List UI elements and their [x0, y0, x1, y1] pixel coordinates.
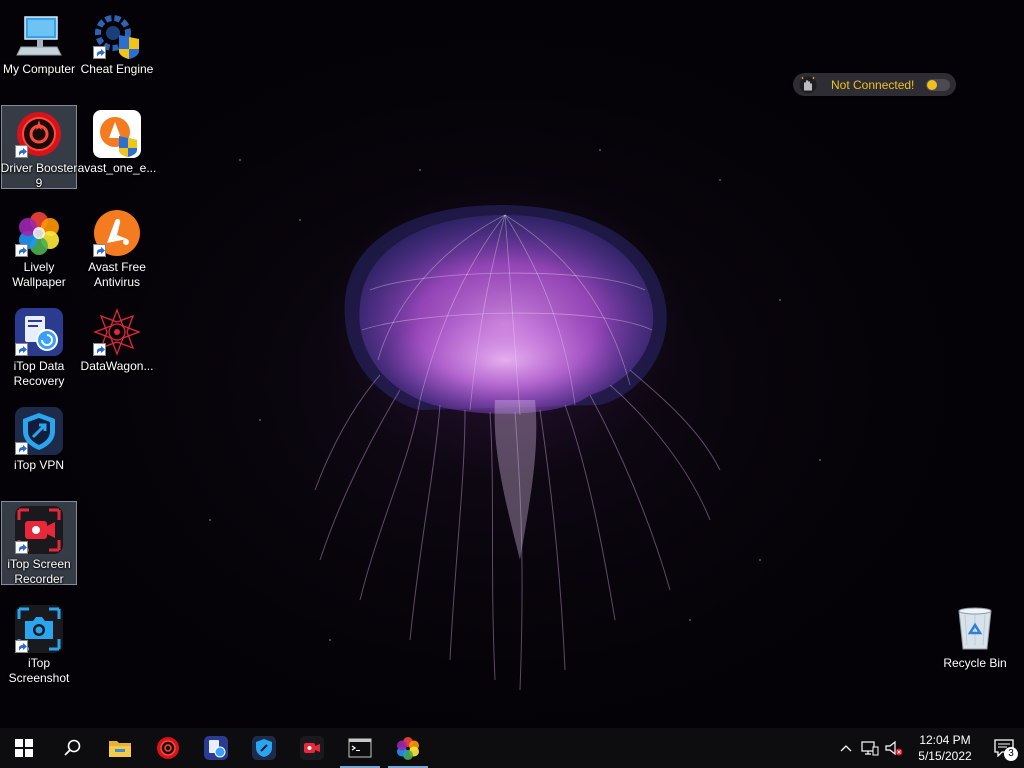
avast-one-installer-icon	[93, 110, 141, 158]
icon-label: Avast Free Antivirus	[88, 260, 146, 289]
icon-label: Cheat Engine	[80, 62, 154, 76]
connection-status-text: Not Connected!	[831, 77, 915, 92]
show-hidden-icons-button[interactable]	[834, 728, 858, 768]
icon-label: DataWagon...	[80, 359, 154, 373]
taskbar-clock[interactable]: 12:04 PM 5/15/2022	[906, 732, 984, 764]
desktop-icon-avast-one[interactable]: avast_one_e...	[77, 105, 157, 191]
search-button[interactable]	[48, 728, 96, 768]
my-computer-icon	[16, 16, 62, 56]
icon-label: iTop Screen Recorder	[7, 557, 71, 586]
itop-data-recovery-icon	[204, 736, 228, 760]
shortcut-arrow-icon	[93, 46, 106, 59]
icon-label: avast_one_e...	[77, 161, 157, 175]
start-button[interactable]	[0, 728, 48, 768]
windows-start-icon	[15, 739, 33, 757]
command-prompt-icon	[348, 738, 372, 758]
network-tray-button[interactable]	[858, 728, 882, 768]
network-icon	[861, 741, 879, 756]
itop-screen-recorder-icon	[300, 736, 324, 760]
clock-date: 5/15/2022	[918, 749, 972, 763]
desktop-icon-my-computer[interactable]: My Computer	[1, 6, 77, 92]
shortcut-arrow-icon	[93, 244, 106, 257]
taskbar: 12:04 PM 5/15/2022 3	[0, 728, 1024, 768]
desktop-icon-recycle-bin[interactable]: Recycle Bin	[937, 600, 1013, 686]
shortcut-arrow-icon	[15, 541, 28, 554]
taskbar-itop-data-recovery[interactable]	[192, 728, 240, 768]
taskbar-driver-booster[interactable]	[144, 728, 192, 768]
file-explorer-icon	[109, 741, 131, 757]
desktop-icon-driver-booster[interactable]: Driver Booster 9	[0, 105, 78, 190]
vpn-status-widget[interactable]: Not Connected!	[793, 73, 956, 96]
desktop-icon-itop-screenshot[interactable]: iTop Screenshot	[1, 600, 77, 686]
chevron-up-icon	[840, 745, 852, 752]
itop-vpn-icon	[252, 736, 276, 760]
driver-booster-icon	[157, 737, 179, 759]
taskbar-command-prompt[interactable]	[336, 728, 384, 768]
shortcut-arrow-icon	[15, 640, 28, 653]
icon-label: Recycle Bin	[943, 656, 1007, 670]
clock-time: 12:04 PM	[919, 733, 971, 747]
shortcut-arrow-icon	[15, 343, 28, 356]
icon-label: Driver Booster 9	[0, 161, 78, 190]
shortcut-arrow-icon	[15, 244, 28, 257]
desktop-icon-itop-vpn[interactable]: iTop VPN	[1, 402, 77, 488]
icon-label: Lively Wallpaper	[12, 260, 66, 289]
icon-label: iTop Data Recovery	[13, 359, 65, 388]
icon-label: iTop Screenshot	[8, 656, 70, 685]
icon-label: iTop VPN	[13, 458, 65, 472]
desktop-icon-cheat-engine[interactable]: Cheat Engine	[79, 6, 155, 92]
connection-toggle[interactable]	[926, 78, 950, 91]
hand-wave-icon	[799, 76, 817, 93]
icon-label: My Computer	[2, 62, 76, 76]
desktop-icon-itop-screen-recorder[interactable]: iTop Screen Recorder	[1, 501, 77, 586]
taskbar-file-explorer[interactable]	[96, 728, 144, 768]
desktop: My Computer Cheat Engine Driver Booster …	[0, 0, 1024, 728]
shortcut-arrow-icon	[15, 145, 28, 158]
taskbar-lively-wallpaper[interactable]	[384, 728, 432, 768]
shortcut-arrow-icon	[15, 442, 28, 455]
notification-count-badge: 3	[1004, 747, 1018, 761]
taskbar-itop-screen-recorder[interactable]	[288, 728, 336, 768]
lively-wallpaper-icon	[397, 737, 419, 760]
search-icon	[64, 739, 81, 756]
desktop-icon-lively-wallpaper[interactable]: Lively Wallpaper	[1, 204, 77, 290]
action-center-button[interactable]: 3	[984, 728, 1024, 768]
desktop-icon-datawagon[interactable]: DataWagon...	[79, 303, 155, 389]
volume-tray-button[interactable]	[882, 728, 906, 768]
volume-muted-icon	[885, 740, 903, 756]
desktop-icon-avast-free-antivirus[interactable]: Avast Free Antivirus	[79, 204, 155, 290]
shortcut-arrow-icon	[93, 343, 106, 356]
system-tray: 12:04 PM 5/15/2022 3	[834, 728, 1024, 768]
desktop-icon-itop-data-recovery[interactable]: iTop Data Recovery	[1, 303, 77, 389]
recycle-bin-icon	[958, 607, 992, 650]
taskbar-itop-vpn[interactable]	[240, 728, 288, 768]
